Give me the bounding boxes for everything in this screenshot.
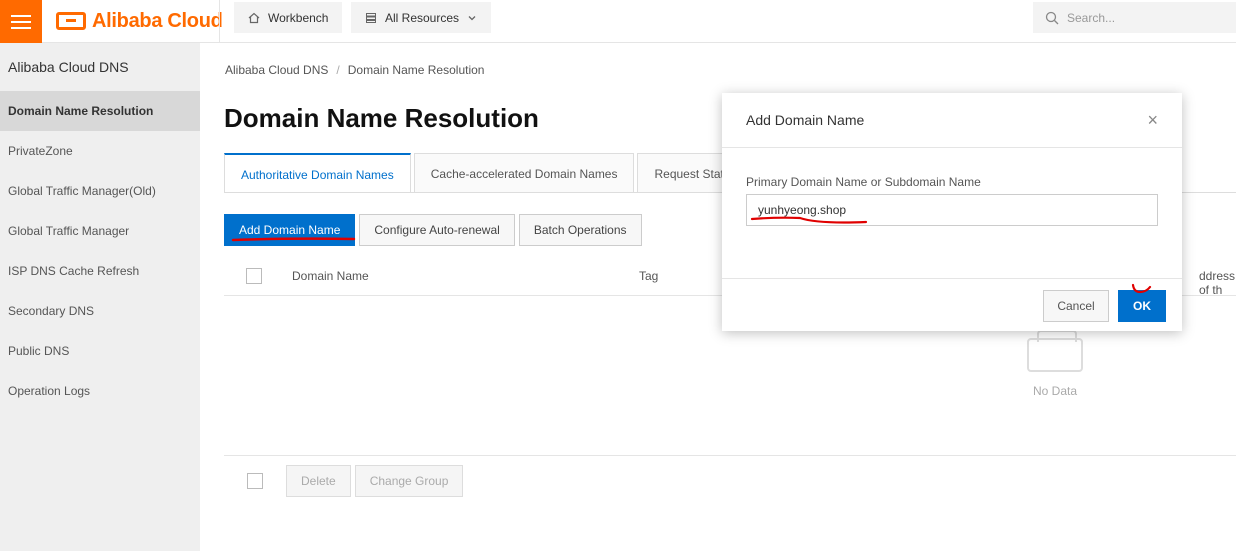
sidebar-item-domain-name-resolution[interactable]: Domain Name Resolution [0,91,200,131]
toolbar: Add Domain Name Configure Auto-renewal B… [224,214,642,246]
sidebar: Alibaba Cloud DNS Domain Name Resolution… [0,43,200,551]
column-address[interactable]: ddress of th [1199,269,1236,297]
table-footer-divider [224,455,1236,456]
change-group-button[interactable]: Change Group [354,465,464,497]
batch-operations-button[interactable]: Batch Operations [518,214,642,246]
breadcrumb-separator: / [336,63,340,77]
all-resources-label: All Resources [385,10,460,25]
select-all-checkbox[interactable] [246,268,262,284]
tab-authoritative-domain-names[interactable]: Authoritative Domain Names [224,153,411,193]
configure-auto-renewal-button[interactable]: Configure Auto-renewal [359,214,515,246]
alibaba-cloud-logo[interactable]: Alibaba Cloud [56,9,223,33]
domain-name-input[interactable] [746,194,1158,226]
topbar-divider [219,0,220,43]
tab-cache-accelerated-domain-names[interactable]: Cache-accelerated Domain Names [413,153,635,193]
domain-name-field-label: Primary Domain Name or Subdomain Name [746,175,981,189]
tab-bar: Authoritative Domain Names Cache-acceler… [224,153,747,193]
breadcrumb: Alibaba Cloud DNS / Domain Name Resolution [225,63,484,77]
global-search-input[interactable]: Search... [1033,2,1236,33]
resources-icon [366,12,376,23]
brand-name: Alibaba Cloud [92,9,223,32]
alibaba-logo-icon [56,12,86,30]
page-title: Domain Name Resolution [224,103,539,133]
column-tag[interactable]: Tag [639,269,658,283]
sidebar-item-operation-logs[interactable]: Operation Logs [0,371,200,411]
breadcrumb-current: Domain Name Resolution [347,63,485,77]
sidebar-title: Alibaba Cloud DNS [8,59,129,75]
search-placeholder: Search... [1067,10,1116,25]
empty-inbox-icon [1027,330,1083,372]
add-domain-name-dialog: Add Domain Name × Primary Domain Name or… [722,93,1182,331]
breadcrumb-root[interactable]: Alibaba Cloud DNS [225,63,328,77]
search-icon [1045,11,1059,24]
chevron-down-icon [468,15,476,20]
sidebar-item-isp-dns-cache-refresh[interactable]: ISP DNS Cache Refresh [0,251,200,291]
sidebar-item-privatezone[interactable]: PrivateZone [0,131,200,171]
sidebar-item-gtm-old[interactable]: Global Traffic Manager(Old) [0,171,200,211]
sidebar-item-public-dns[interactable]: Public DNS [0,331,200,371]
column-domain-name[interactable]: Domain Name [292,269,369,283]
empty-state: No Data [1000,330,1110,398]
footer-toolbar: Delete Change Group [286,465,464,497]
all-resources-dropdown[interactable]: All Resources [351,2,492,33]
dialog-header: Add Domain Name × [722,93,1182,148]
empty-text: No Data [1032,384,1078,398]
hamburger-menu-icon[interactable] [0,0,42,43]
cancel-button[interactable]: Cancel [1043,290,1109,322]
home-icon [248,12,260,23]
ok-button[interactable]: OK [1118,290,1166,322]
sidebar-item-gtm[interactable]: Global Traffic Manager [0,211,200,251]
delete-button[interactable]: Delete [286,465,351,497]
sidebar-item-secondary-dns[interactable]: Secondary DNS [0,291,200,331]
dialog-title: Add Domain Name [746,112,865,128]
dialog-footer: Cancel OK [722,278,1182,331]
workbench-label: Workbench [268,10,329,25]
workbench-button[interactable]: Workbench [234,2,343,33]
footer-select-checkbox[interactable] [247,473,263,489]
add-domain-name-button[interactable]: Add Domain Name [224,214,356,246]
close-icon[interactable]: × [1147,111,1158,129]
top-navigation-bar: Alibaba Cloud Workbench All Resources Se… [0,0,1236,43]
